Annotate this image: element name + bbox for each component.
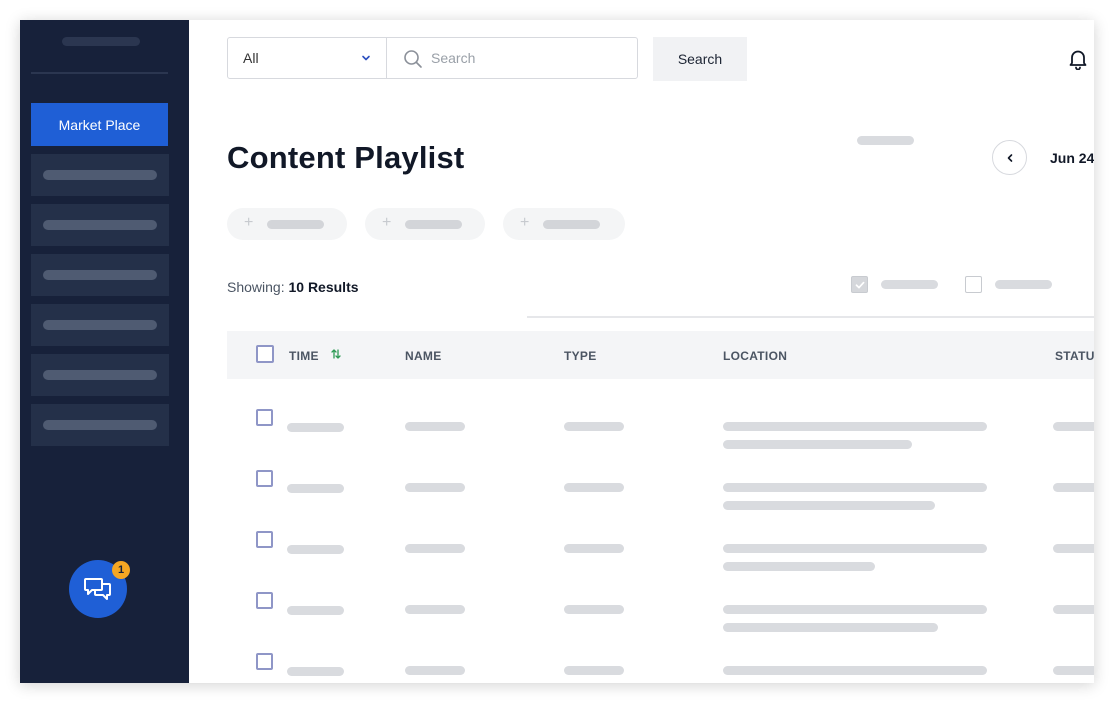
skeleton-bar	[723, 666, 987, 675]
filter-select[interactable]: All	[227, 37, 387, 79]
results-count: Showing: 10 Results	[227, 279, 359, 295]
chat-bubbles-icon	[84, 578, 111, 600]
select-all-checkbox[interactable]	[256, 345, 274, 363]
skeleton-bar	[723, 483, 987, 492]
page-title: Content Playlist	[227, 140, 465, 175]
skeleton-bar	[881, 280, 938, 289]
filter-checkbox[interactable]	[965, 276, 982, 293]
skeleton-bar	[1053, 605, 1094, 614]
search-box[interactable]	[386, 37, 638, 79]
skeleton-bar	[43, 370, 157, 380]
skeleton-bar	[405, 666, 465, 675]
table-row[interactable]	[227, 522, 1094, 583]
row-checkbox[interactable]	[256, 470, 273, 487]
divider	[527, 316, 1094, 318]
skeleton-bar	[43, 320, 157, 330]
skeleton-bar	[1053, 666, 1094, 675]
skeleton-bar	[405, 483, 465, 492]
skeleton-bar	[564, 666, 624, 675]
sidebar-item[interactable]	[31, 254, 169, 296]
showing-label: Showing:	[227, 279, 285, 295]
skeleton-bar	[723, 562, 875, 571]
skeleton-bar	[287, 423, 344, 432]
table-row[interactable]	[227, 461, 1094, 522]
skeleton-bar	[564, 422, 624, 431]
filter-select-value: All	[243, 50, 259, 66]
plus-icon: +	[520, 214, 530, 231]
check-icon	[855, 281, 864, 288]
add-filter-chip[interactable]: +	[365, 208, 485, 240]
skeleton-bar	[564, 544, 624, 553]
skeleton-bar	[723, 605, 987, 614]
skeleton-bar	[723, 422, 987, 431]
skeleton-bar	[723, 544, 987, 553]
skeleton-bar	[1053, 422, 1094, 431]
skeleton-bar	[405, 605, 465, 614]
notification-badge: 1	[112, 561, 130, 579]
bell-icon[interactable]	[1067, 48, 1089, 70]
app-window: Market Place 1 All Search Con	[20, 20, 1094, 683]
previous-date-button[interactable]	[992, 140, 1027, 175]
skeleton-bar	[287, 484, 344, 493]
search-icon	[404, 50, 422, 68]
sidebar-item-market-place[interactable]: Market Place	[31, 103, 168, 146]
filter-checkbox-checked[interactable]	[851, 276, 868, 293]
row-checkbox[interactable]	[256, 531, 273, 548]
sidebar-item[interactable]	[31, 204, 169, 246]
skeleton-bar	[287, 667, 344, 676]
sort-icon[interactable]	[330, 348, 342, 360]
main-content: All Search Content Playlist Jun 24 + + +	[189, 20, 1094, 683]
table-row[interactable]	[227, 644, 1094, 683]
skeleton-bar	[43, 220, 157, 230]
row-checkbox[interactable]	[256, 653, 273, 670]
plus-icon: +	[244, 214, 254, 231]
skeleton-bar	[857, 136, 914, 145]
sidebar-divider	[31, 72, 168, 74]
current-date: Jun 24	[1050, 150, 1094, 166]
row-checkbox[interactable]	[256, 592, 273, 609]
skeleton-bar	[287, 545, 344, 554]
logo-placeholder	[62, 37, 140, 46]
skeleton-bar	[1053, 544, 1094, 553]
skeleton-bar	[723, 501, 935, 510]
sidebar-item[interactable]	[31, 154, 169, 196]
sidebar: Market Place 1	[20, 20, 189, 683]
search-input[interactable]	[431, 48, 621, 68]
add-filter-chip[interactable]: +	[227, 208, 347, 240]
skeleton-bar	[723, 623, 938, 632]
search-button[interactable]: Search	[653, 37, 747, 81]
skeleton-bar	[405, 220, 462, 229]
skeleton-bar	[43, 420, 157, 430]
skeleton-bar	[405, 422, 465, 431]
column-header-type[interactable]: TYPE	[564, 349, 597, 363]
row-checkbox[interactable]	[256, 409, 273, 426]
skeleton-bar	[723, 440, 912, 449]
skeleton-bar	[43, 270, 157, 280]
table-row[interactable]	[227, 400, 1094, 461]
sidebar-item[interactable]	[31, 304, 169, 346]
skeleton-bar	[287, 606, 344, 615]
plus-icon: +	[382, 214, 392, 231]
skeleton-bar	[543, 220, 600, 229]
table-header: TIME NAME TYPE LOCATION STATUS	[227, 331, 1094, 379]
skeleton-bar	[995, 280, 1052, 289]
chevron-left-icon	[1007, 153, 1012, 162]
skeleton-bar	[1053, 483, 1094, 492]
add-filter-chip[interactable]: +	[503, 208, 625, 240]
table-row[interactable]	[227, 583, 1094, 644]
sidebar-item[interactable]	[31, 354, 169, 396]
column-header-status[interactable]: STATUS	[1055, 349, 1094, 363]
column-header-location[interactable]: LOCATION	[723, 349, 787, 363]
chevron-down-icon	[362, 55, 370, 61]
column-header-name[interactable]: NAME	[405, 349, 442, 363]
skeleton-bar	[43, 170, 157, 180]
column-header-time[interactable]: TIME	[289, 349, 319, 363]
skeleton-bar	[564, 605, 624, 614]
skeleton-bar	[564, 483, 624, 492]
sidebar-item[interactable]	[31, 404, 169, 446]
skeleton-bar	[405, 544, 465, 553]
showing-value: 10 Results	[288, 279, 359, 295]
skeleton-bar	[267, 220, 324, 229]
